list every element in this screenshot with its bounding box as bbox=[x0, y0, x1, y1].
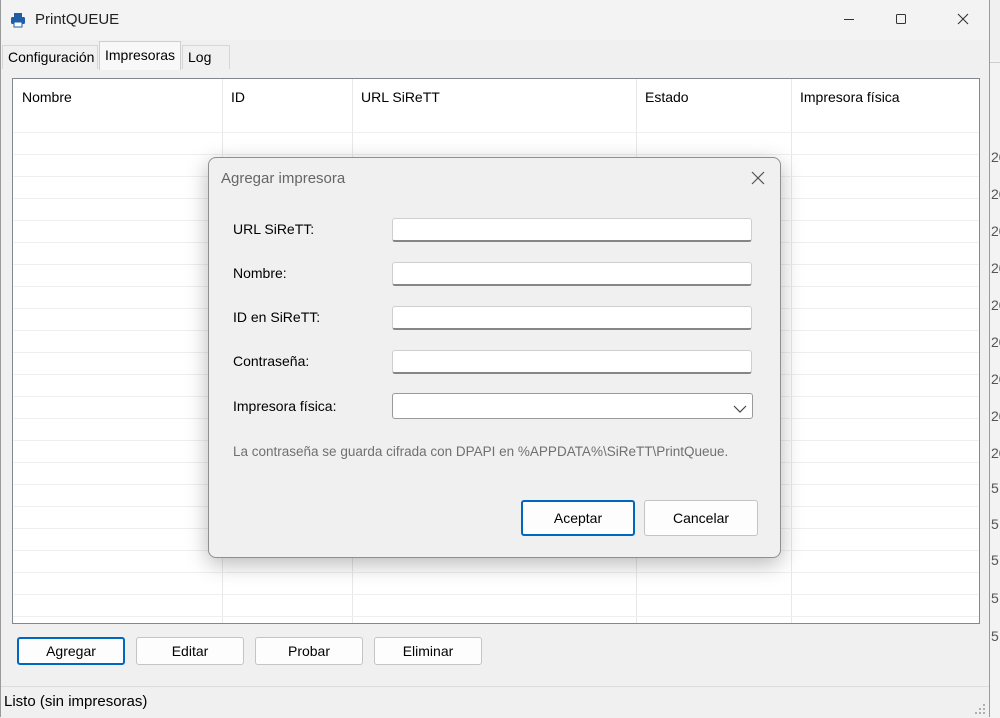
add-printer-button[interactable]: Agregar bbox=[17, 637, 125, 665]
dialog-close-icon[interactable] bbox=[749, 169, 767, 187]
column-header-impresora-fisica[interactable]: Impresora física bbox=[791, 79, 979, 115]
background-window-edge bbox=[990, 62, 1000, 63]
background-glyph: 20 bbox=[991, 297, 1000, 313]
id-label: ID en SiReTT: bbox=[233, 309, 321, 325]
close-button[interactable] bbox=[941, 0, 987, 40]
url-label: URL SiReTT: bbox=[233, 221, 315, 237]
background-glyph: 20 bbox=[991, 408, 1000, 424]
physical-printer-select[interactable] bbox=[392, 393, 753, 419]
column-header-nombre[interactable]: Nombre bbox=[13, 79, 222, 115]
background-glyph: 20 bbox=[991, 334, 1000, 350]
column-header-url[interactable]: URL SiReTT bbox=[352, 79, 636, 115]
edit-printer-button[interactable]: Editar bbox=[136, 637, 244, 665]
background-glyph: 20 bbox=[991, 260, 1000, 276]
resize-grip-icon[interactable] bbox=[974, 702, 986, 714]
background-glyph: 5 bbox=[991, 552, 999, 568]
status-text: Listo (sin impresoras) bbox=[4, 693, 148, 710]
printer-icon bbox=[10, 12, 26, 28]
grid-line bbox=[13, 594, 979, 595]
grid-line bbox=[13, 132, 979, 133]
minimize-button[interactable] bbox=[827, 0, 873, 40]
title-bar[interactable]: PrintQUEUE bbox=[1, 0, 989, 40]
background-glyph: 5 bbox=[991, 628, 999, 644]
tab-log[interactable]: Log bbox=[182, 45, 230, 69]
password-storage-note: La contraseña se guarda cifrada con DPAP… bbox=[233, 444, 729, 459]
tab-strip: Configuración Impresoras Log bbox=[1, 40, 989, 70]
background-glyph: 5 bbox=[991, 590, 999, 606]
background-glyph: 20 bbox=[991, 186, 1000, 202]
test-printer-button[interactable]: Probar bbox=[255, 637, 363, 665]
physical-printer-label: Impresora física: bbox=[233, 398, 337, 414]
accept-button[interactable]: Aceptar bbox=[521, 500, 635, 536]
id-input[interactable] bbox=[392, 306, 752, 330]
add-printer-dialog: Agregar impresora URL SiReTT: Nombre: ID… bbox=[208, 157, 781, 558]
password-input[interactable] bbox=[392, 350, 752, 374]
background-glyph: 20 bbox=[991, 445, 1000, 461]
maximize-button[interactable] bbox=[879, 0, 925, 40]
background-glyph: 20 bbox=[991, 223, 1000, 239]
url-input[interactable] bbox=[392, 218, 752, 242]
table-header: Nombre ID URL SiReTT Estado Impresora fí… bbox=[13, 79, 979, 115]
tab-configuracion[interactable]: Configuración bbox=[2, 45, 98, 69]
delete-printer-button[interactable]: Eliminar bbox=[374, 637, 482, 665]
grid-line bbox=[13, 616, 979, 617]
cancel-button[interactable]: Cancelar bbox=[644, 500, 758, 536]
column-header-estado[interactable]: Estado bbox=[636, 79, 791, 115]
column-header-id[interactable]: ID bbox=[222, 79, 352, 115]
password-label: Contraseña: bbox=[233, 353, 310, 369]
background-glyph: 5 bbox=[991, 516, 999, 532]
grid-line bbox=[13, 572, 979, 573]
background-glyph: 20 bbox=[991, 371, 1000, 387]
status-bar: Listo (sin impresoras) bbox=[1, 686, 989, 717]
window-title: PrintQUEUE bbox=[35, 11, 120, 28]
background-glyph: 5 bbox=[991, 480, 999, 496]
dialog-title: Agregar impresora bbox=[221, 170, 346, 187]
name-input[interactable] bbox=[392, 262, 752, 286]
name-label: Nombre: bbox=[233, 265, 287, 281]
grid-line bbox=[13, 154, 979, 155]
chevron-down-icon bbox=[733, 401, 747, 417]
background-glyph: 20 bbox=[991, 149, 1000, 165]
tab-impresoras[interactable]: Impresoras bbox=[99, 41, 181, 70]
